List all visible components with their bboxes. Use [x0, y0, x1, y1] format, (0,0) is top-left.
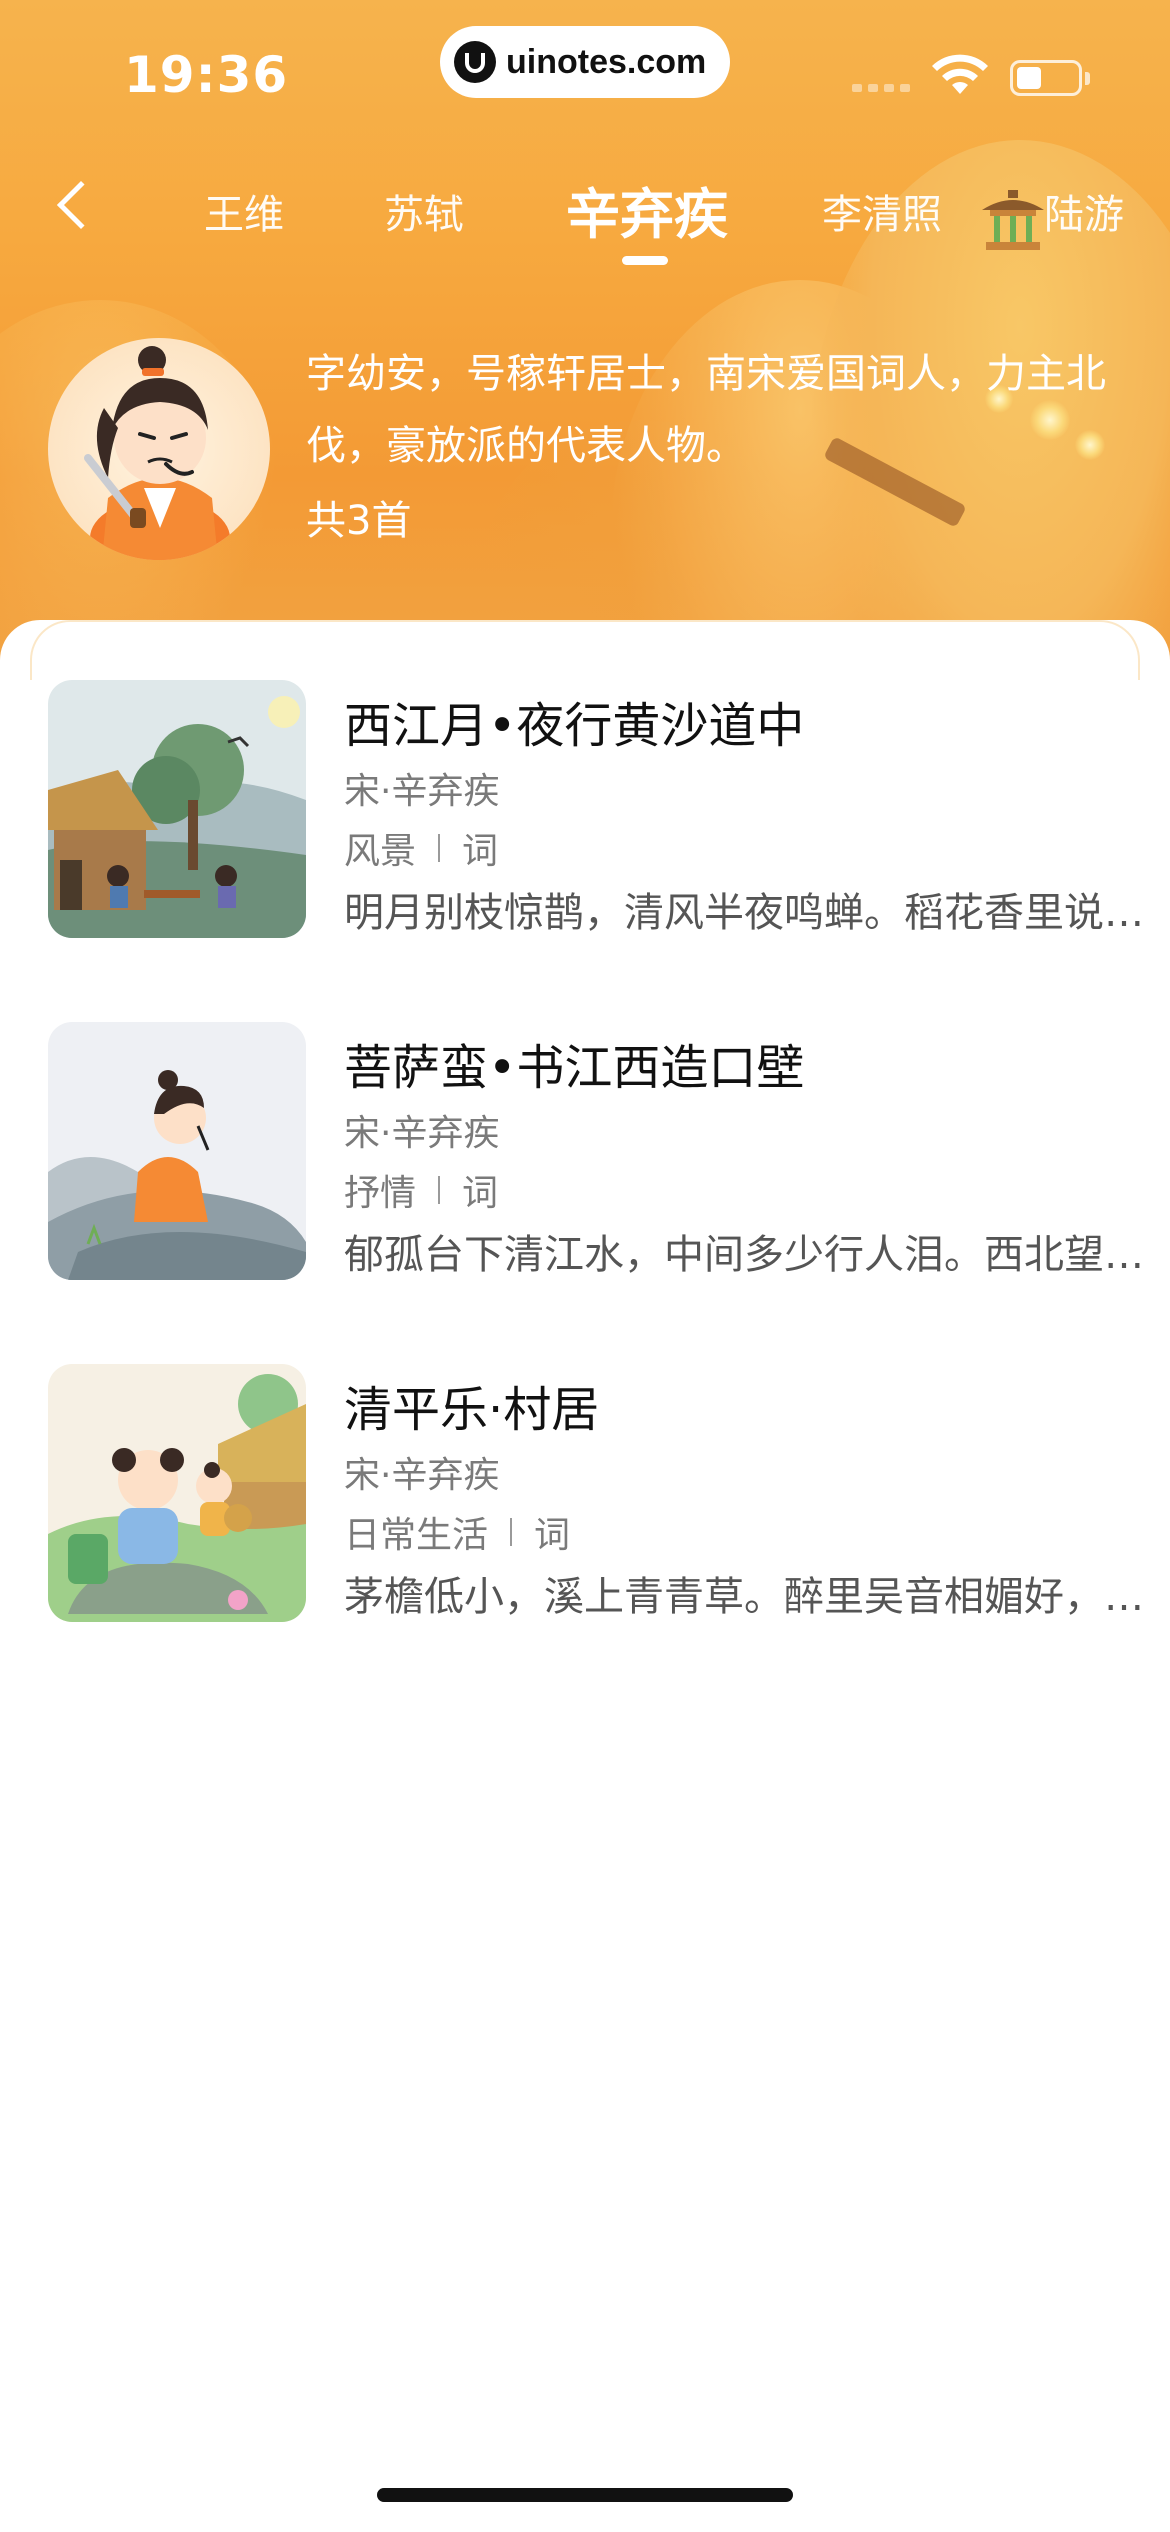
tab-xin-qiji[interactable]: 辛弃疾 [566, 170, 728, 249]
tab-su-shi[interactable]: 苏轼 [384, 182, 464, 240]
tab-wang-wei[interactable]: 王维 [204, 182, 284, 240]
back-button[interactable] [40, 170, 110, 240]
poem-title: 菩萨蛮•书江西造口壁 [344, 1040, 805, 1096]
battery-tip [1085, 72, 1090, 85]
poet-illustration [84, 346, 230, 560]
home-indicator[interactable] [377, 2488, 793, 2502]
poem-title: 清平乐·村居 [344, 1382, 600, 1438]
tab-li-qingzhao[interactable]: 李清照 [822, 182, 942, 240]
uinotes-logo-icon [454, 41, 496, 83]
url-badge: uinotes.com [440, 26, 730, 98]
pavilion-decoration-icon [982, 190, 1044, 250]
panel-border-decoration [30, 620, 1140, 680]
poet-avatar [48, 338, 270, 560]
cellular-signal-icon [852, 84, 910, 92]
poem-author: 宋·辛弃疾 [344, 1113, 500, 1154]
tag-separator [438, 834, 441, 862]
poem-form-tag: 词 [462, 831, 499, 872]
tab-lu-you[interactable]: 陆游 [1044, 182, 1124, 240]
status-time: 19:36 [124, 46, 289, 104]
poem-theme-tag: 抒情 [344, 1173, 417, 1214]
url-text: uinotes.com [506, 42, 707, 81]
poem-form-tag: 词 [534, 1515, 571, 1556]
poem-list-item[interactable]: 清平乐·村居 宋·辛弃疾 日常生活 词 茅檐低小，溪上青青草。醉里吴音相媚好，白… [48, 1364, 1144, 1624]
poem-theme-tag: 风景 [344, 831, 417, 872]
village-children-illustration [48, 1364, 306, 1622]
tag-separator [438, 1176, 441, 1204]
poet-bio: 字幼安，号稼轩居士，南宋爱国词人，力主北伐，豪放派的代表人物。 [306, 351, 1106, 469]
poem-author: 宋·辛弃疾 [344, 771, 500, 812]
poem-tags: 抒情 词 [344, 1164, 498, 1216]
poem-theme-tag: 日常生活 [344, 1515, 489, 1556]
wifi-icon [932, 54, 988, 94]
poem-list-item[interactable]: 西江月•夜行黄沙道中 宋·辛弃疾 风景 词 明月别枝惊鹊，清风半夜鸣蝉。稻花香里… [48, 680, 1144, 940]
chevron-left-icon [56, 180, 106, 230]
poem-thumbnail [48, 1364, 306, 1622]
poem-excerpt: 明月别枝惊鹊，清风半夜鸣蝉。稻花香里说丰年，听取蛙声一片。 [344, 890, 1144, 936]
poem-form-tag: 词 [462, 1173, 499, 1214]
battery-icon [1010, 60, 1082, 96]
tag-separator [510, 1518, 513, 1546]
poem-thumbnail [48, 1022, 306, 1280]
poem-tags: 日常生活 词 [344, 1506, 570, 1558]
poem-thumbnail [48, 680, 306, 938]
active-tab-indicator [622, 256, 668, 265]
poem-excerpt: 茅檐低小，溪上青青草。醉里吴音相媚好，白发谁家翁媪。 [344, 1574, 1144, 1620]
poem-tags: 风景 词 [344, 822, 498, 874]
poem-author: 宋·辛弃疾 [344, 1455, 500, 1496]
poem-count: 共3首 [306, 498, 412, 544]
poet-on-cliff-illustration [48, 1022, 306, 1280]
night-village-illustration [48, 680, 306, 938]
poem-list-item[interactable]: 菩萨蛮•书江西造口壁 宋·辛弃疾 抒情 词 郁孤台下清江水，中间多少行人泪。西北… [48, 1022, 1144, 1282]
poem-excerpt: 郁孤台下清江水，中间多少行人泪。西北望长安，可怜无数山。 [344, 1232, 1144, 1278]
poem-title: 西江月•夜行黄沙道中 [344, 698, 805, 754]
